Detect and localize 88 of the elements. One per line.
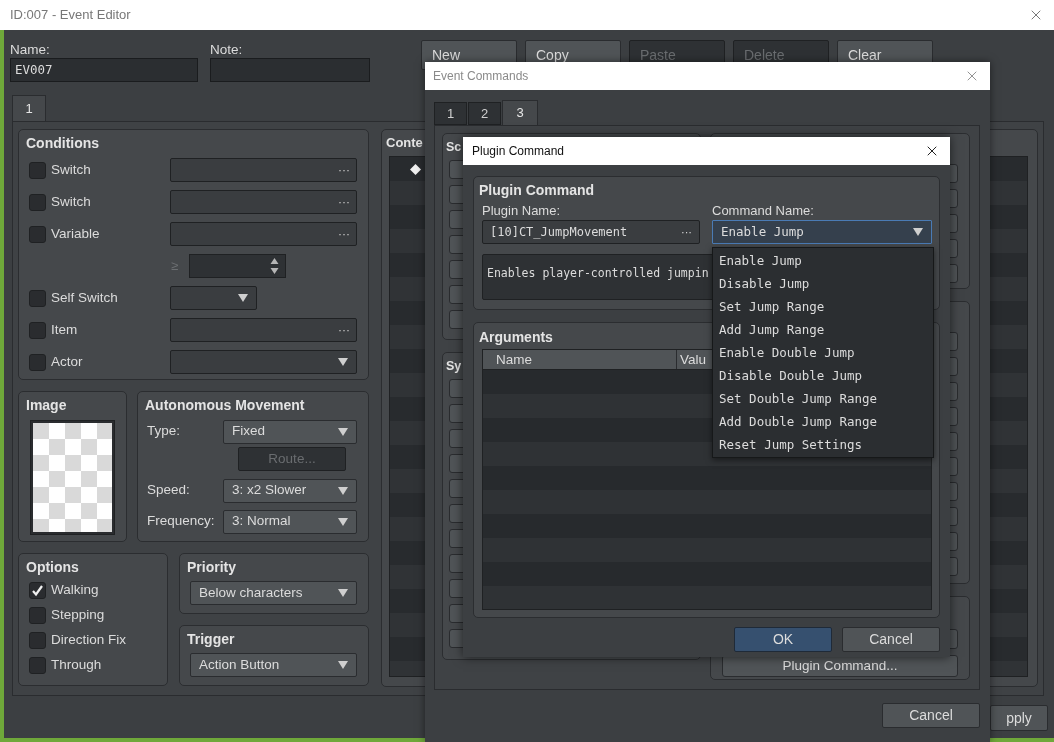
group-title: Plugin Command (479, 181, 595, 200)
checkbox[interactable] (29, 607, 46, 624)
dropdown-option[interactable]: Add Jump Range (713, 318, 933, 341)
checkbox[interactable] (29, 582, 46, 599)
dropdown-option[interactable]: Set Double Jump Range (713, 387, 933, 410)
option-label: Walking (51, 581, 99, 600)
condition-label: Actor (51, 352, 84, 371)
group-title: Options (25, 558, 79, 577)
group-title: Image (25, 396, 67, 415)
field-label: Name: (10, 41, 51, 58)
caret-icon (338, 427, 348, 436)
condition-label: Variable (51, 224, 101, 243)
checkbox[interactable] (29, 161, 46, 179)
group-title: Arguments (479, 328, 553, 347)
ok-button[interactable]: OK (734, 627, 832, 652)
group-title: Sy (446, 358, 462, 375)
picker-field[interactable]: ··· (170, 190, 357, 214)
condition-label: Switch (51, 160, 92, 179)
dropdown-option[interactable]: Add Double Jump Range (713, 410, 933, 433)
dropdown-option[interactable]: Disable Double Jump (713, 364, 933, 387)
checkbox[interactable] (29, 289, 46, 307)
checkbox[interactable] (29, 632, 46, 649)
window-title: ID:007 - Event Editor (10, 6, 131, 25)
dialog-title: Event Commands (433, 68, 529, 85)
caret-icon (338, 358, 348, 366)
cancel-button[interactable]: Cancel (882, 703, 980, 728)
field-label: Note: (210, 41, 244, 58)
tab[interactable]: 1 (12, 95, 46, 121)
dropdown-option[interactable]: Set Jump Range (713, 295, 933, 318)
number-field[interactable] (189, 254, 286, 278)
caret-icon (338, 589, 348, 597)
caret-icon (913, 228, 923, 236)
name-field[interactable]: EV007 (10, 58, 198, 82)
diamond-icon (410, 163, 421, 175)
condition-label: Self Switch (51, 288, 119, 307)
apply-button[interactable]: pply (990, 705, 1048, 731)
speed-dropdown[interactable]: 3: x2 Slower (223, 478, 357, 503)
checkbox[interactable] (29, 225, 46, 243)
dropdown-option[interactable]: Reset Jump Settings (713, 433, 933, 456)
tab[interactable]: 3 (502, 100, 538, 125)
dropdown[interactable] (170, 350, 357, 374)
field-label: Speed: (146, 481, 191, 500)
field-label: Type: (146, 422, 182, 441)
checkbox[interactable] (29, 657, 46, 674)
condition-label: Switch (51, 192, 92, 211)
tab[interactable]: 1 (434, 102, 467, 125)
group-title: Conte (386, 134, 423, 152)
group-title: Trigger (186, 630, 235, 649)
option-label: Direction Fix (51, 631, 126, 650)
command-name-dropdown[interactable]: Enable Jump (712, 220, 932, 244)
spinner-arrows-icon[interactable] (270, 257, 279, 275)
picker-field[interactable]: ··· (170, 318, 357, 342)
comparison-sign: ≥ (171, 257, 180, 276)
dropdown-option[interactable]: Enable Jump (713, 249, 933, 272)
checkbox[interactable] (29, 193, 46, 211)
tab[interactable]: 2 (468, 102, 501, 125)
group-title: Autonomous Movement (144, 396, 305, 415)
condition-label: Item (51, 320, 79, 339)
dialog-title: Plugin Command (472, 143, 565, 160)
group-title: Priority (186, 558, 236, 577)
field-label: Frequency: (146, 512, 216, 531)
option-label: Stepping (51, 606, 105, 625)
picker-field[interactable]: ··· (170, 158, 357, 182)
dropdown[interactable] (170, 286, 257, 310)
caret-icon (338, 517, 348, 526)
group-title: Sc (446, 139, 462, 156)
note-field[interactable] (210, 58, 370, 82)
caret-icon (238, 294, 248, 302)
caret-icon (338, 486, 348, 495)
field-label: Plugin Name: (482, 202, 562, 220)
trigger-dropdown[interactable]: Action Button (190, 653, 357, 677)
movement-type-dropdown[interactable]: Fixed (223, 419, 357, 444)
dropdown-option[interactable]: Disable Jump (713, 272, 933, 295)
cancel-button[interactable]: Cancel (842, 627, 940, 652)
plugin-name-field[interactable]: [10]CT_JumpMovement ··· (482, 220, 700, 244)
group-title: Conditions (25, 134, 100, 153)
priority-dropdown[interactable]: Below characters (190, 581, 357, 605)
picker-field[interactable]: ··· (170, 222, 357, 246)
option-label: Through (51, 656, 102, 675)
frequency-dropdown[interactable]: 3: Normal (223, 509, 357, 534)
dropdown-option[interactable]: Enable Double Jump (713, 341, 933, 364)
column-header[interactable]: Name (483, 350, 677, 369)
caret-icon (338, 661, 348, 669)
description-text: Enables player-controlled jumpin (487, 266, 709, 280)
checkbox[interactable] (29, 321, 46, 339)
checkbox[interactable] (29, 353, 46, 371)
field-label: Command Name: (712, 202, 815, 220)
plugin-command-button[interactable]: Plugin Command... (722, 655, 958, 677)
